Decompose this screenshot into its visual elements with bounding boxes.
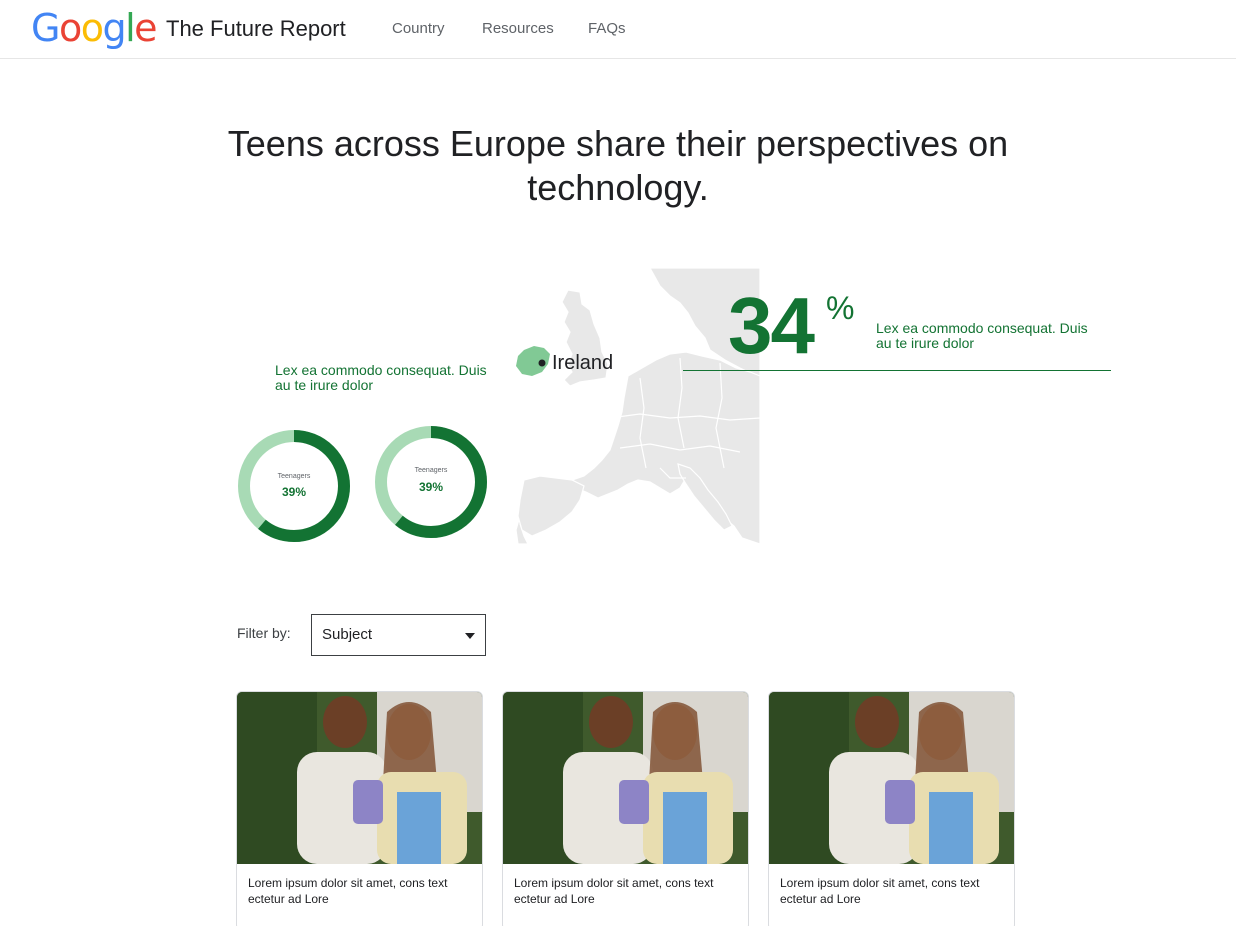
- teens-photo: [237, 692, 482, 864]
- stat-description: Lex ea commodo consequat. Duis au te iru…: [876, 320, 1088, 351]
- site-title[interactable]: The Future Report: [166, 15, 346, 43]
- article-card[interactable]: Lorem ipsum dolor sit amet, cons text ec…: [502, 691, 749, 926]
- europe-map: Ireland: [510, 267, 761, 545]
- google-logo[interactable]: Google: [31, 6, 158, 50]
- caret-down-icon: [465, 633, 475, 639]
- teens-photo: [769, 692, 1014, 864]
- donut-description: Lex ea commodo consequat. Duis au te iru…: [275, 362, 487, 393]
- donut-value: 39%: [281, 485, 307, 499]
- card-caption: Lorem ipsum dolor sit amet, cons text ec…: [780, 876, 980, 906]
- stat-divider: [683, 370, 1111, 371]
- filter-label: Filter by:: [237, 625, 291, 641]
- logo-letter: o: [58, 6, 82, 50]
- map-region-iberia: [517, 475, 585, 537]
- nav-faqs[interactable]: FAQs: [588, 19, 626, 39]
- card-caption: Lorem ipsum dolor sit amet, cons text ec…: [248, 876, 448, 906]
- nav-country[interactable]: Country: [392, 19, 445, 39]
- donut-chart: Teenagers 39%: [236, 428, 352, 544]
- logo-letter: l: [125, 6, 136, 50]
- stat-unit: %: [826, 290, 855, 326]
- card-caption: Lorem ipsum dolor sit amet, cons text ec…: [514, 876, 714, 906]
- logo-letter: g: [102, 6, 126, 50]
- donut-chart: Teenagers 39%: [373, 424, 489, 540]
- europe-map-graphic: Ireland: [515, 267, 761, 545]
- donut-label: Teenagers: [414, 467, 448, 474]
- logo-letter: e: [134, 6, 157, 50]
- hero-title: Teens across Europe share their perspect…: [227, 123, 1009, 208]
- ireland-highlight[interactable]: [516, 346, 550, 376]
- logo-letter: o: [80, 6, 104, 50]
- country-label: Ireland: [552, 352, 613, 374]
- article-card[interactable]: Lorem ipsum dolor sit amet, cons text ec…: [768, 691, 1015, 926]
- subject-filter-select[interactable]: Subject: [311, 614, 486, 656]
- teens-photo: [503, 692, 748, 864]
- donut-value: 39%: [418, 480, 444, 494]
- site-header: Google The Future Report Country Resourc…: [0, 0, 1236, 59]
- article-card[interactable]: Lorem ipsum dolor sit amet, cons text ec…: [236, 691, 483, 926]
- filter-selected-value: Subject: [322, 626, 373, 643]
- logo-letter: G: [31, 6, 60, 50]
- nav-resources[interactable]: Resources: [482, 19, 554, 39]
- donut-label: Teenagers: [277, 473, 311, 480]
- stat-value: 34: [728, 281, 815, 370]
- ireland-marker-dot: [538, 359, 546, 367]
